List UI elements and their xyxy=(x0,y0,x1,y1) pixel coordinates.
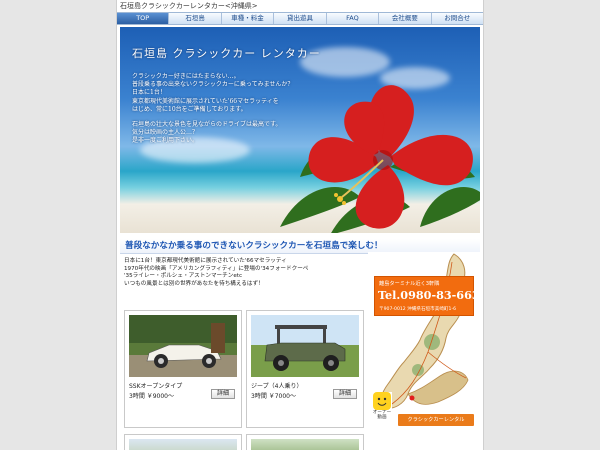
detail-button[interactable]: 詳細 xyxy=(211,389,235,399)
hibiscus-flower-image xyxy=(280,85,480,233)
main-content: 日本に1台！東京都現代美術館に展示されていた'66マセラッティ 1970年代の映… xyxy=(120,252,483,450)
shop-location-text: 離島ターミナル近く3軒隣 xyxy=(379,281,440,287)
intro-line: '35ライレー・ポルシェ・アストンマーチンetc xyxy=(124,273,243,280)
shop-info-box: 離島ターミナル近く3軒隣 Tel.0980-83-6635 〒907-0012 … xyxy=(374,276,483,316)
detail-button[interactable]: 詳細 xyxy=(333,389,357,399)
breadcrumb: 石垣島クラシックカーレンタカー<沖縄県> xyxy=(120,2,258,10)
car-photo xyxy=(129,439,237,450)
car-card[interactable]: SSKオープンタイプ 3時間 ￥9000〜 詳細 xyxy=(124,310,242,428)
location-map[interactable]: 離島ターミナル近く3軒隣 Tel.0980-83-6635 〒907-0012 … xyxy=(368,252,483,428)
car-price: 3時間 ￥9000〜 xyxy=(129,393,174,400)
nav-item-contact[interactable]: お問合せ xyxy=(432,13,483,24)
car-card[interactable] xyxy=(246,434,364,450)
classic-car-rental-button[interactable]: クラシックカーレンタル xyxy=(398,414,474,426)
car-price: 3時間 ￥7000〜 xyxy=(251,393,296,400)
car-photo-jeep xyxy=(251,315,359,377)
page-container: 石垣島クラシックカーレンタカー<沖縄県> TOP 石垣島 車種・料金 貸出遊具 … xyxy=(116,0,484,450)
video-label: 動画 xyxy=(377,415,387,420)
car-photo-ssk xyxy=(129,315,237,377)
car-photo xyxy=(251,439,359,450)
nav-item-cars-prices[interactable]: 車種・料金 xyxy=(222,13,275,24)
intro-text: 日本に1台！東京都現代美術館に展示されていた'66マセラッティ 1970年代の映… xyxy=(124,258,308,288)
car-name: ジープ（4人乗り） xyxy=(251,383,303,390)
nav-item-ishigaki[interactable]: 石垣島 xyxy=(169,13,222,24)
shop-address: 〒907-0012 沖縄県石垣市美崎町1-6 xyxy=(379,307,457,312)
shop-phone[interactable]: Tel.0980-83-6635 xyxy=(378,288,483,302)
nav-item-faq[interactable]: FAQ xyxy=(327,13,380,24)
car-card[interactable]: ジープ（4人乗り） 3時間 ￥7000〜 詳細 xyxy=(246,310,364,428)
intro-line: 日本に1台！東京都現代美術館に展示されていた'66マセラッティ xyxy=(124,258,287,264)
owner-video-button[interactable]: オーナー 動画 xyxy=(372,392,392,420)
hero-banner: 石垣島 クラシックカー レンタカー クラシックカー好きにはたまらない…。 普段乗… xyxy=(120,27,480,233)
nav-item-top[interactable]: TOP xyxy=(117,13,170,24)
car-name: SSKオープンタイプ xyxy=(129,383,183,390)
nav-item-rental-items[interactable]: 貸出遊具 xyxy=(274,13,327,24)
smiley-icon xyxy=(373,392,391,410)
hero-title: 石垣島 クラシックカー レンタカー xyxy=(132,47,321,60)
nav-item-company[interactable]: 会社概要 xyxy=(379,13,432,24)
main-nav: TOP 石垣島 車種・料金 貸出遊具 FAQ 会社概要 お問合せ xyxy=(117,12,483,25)
car-card[interactable] xyxy=(124,434,242,450)
intro-line: いつもの風景とは別の世界があなたを待ち構えるはず！ xyxy=(124,280,264,287)
